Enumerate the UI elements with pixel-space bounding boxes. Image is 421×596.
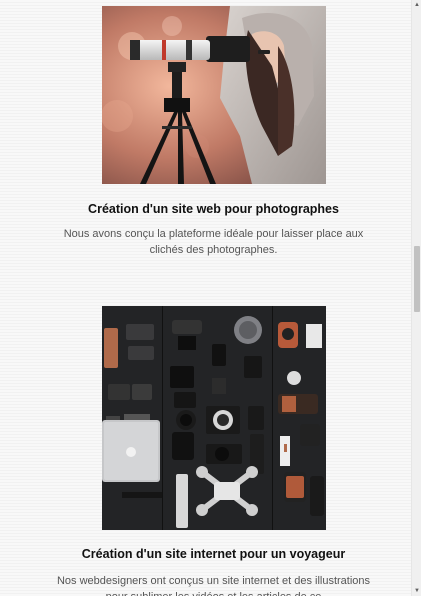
card-title[interactable]: Création d'un site web pour photographes [16,202,411,216]
vertical-scrollbar[interactable]: ▲ ▼ [411,0,421,596]
card-description: Nos webdesigners ont conçus un site inte… [56,575,371,596]
portfolio-list: Création d'un site web pour photographes… [16,0,411,596]
gear-flatlay-illustration [101,306,326,530]
gear-flatlay-image[interactable] [101,306,326,530]
page-viewport: Création d'un site web pour photographes… [0,0,411,596]
portfolio-card-traveler[interactable]: Création d'un site internet pour un voya… [16,306,411,596]
photographer-image[interactable] [101,6,326,184]
card-description: Nous avons conçu la plateforme idéale po… [63,228,364,256]
triangle-up-icon[interactable]: ▲ [412,0,421,10]
scrollbar-thumb[interactable] [414,246,420,312]
card-title[interactable]: Création d'un site internet pour un voya… [16,547,411,561]
portfolio-card-photographers[interactable]: Création d'un site web pour photographes… [16,6,411,258]
triangle-down-icon[interactable]: ▼ [412,586,421,596]
photographer-illustration [101,6,326,184]
